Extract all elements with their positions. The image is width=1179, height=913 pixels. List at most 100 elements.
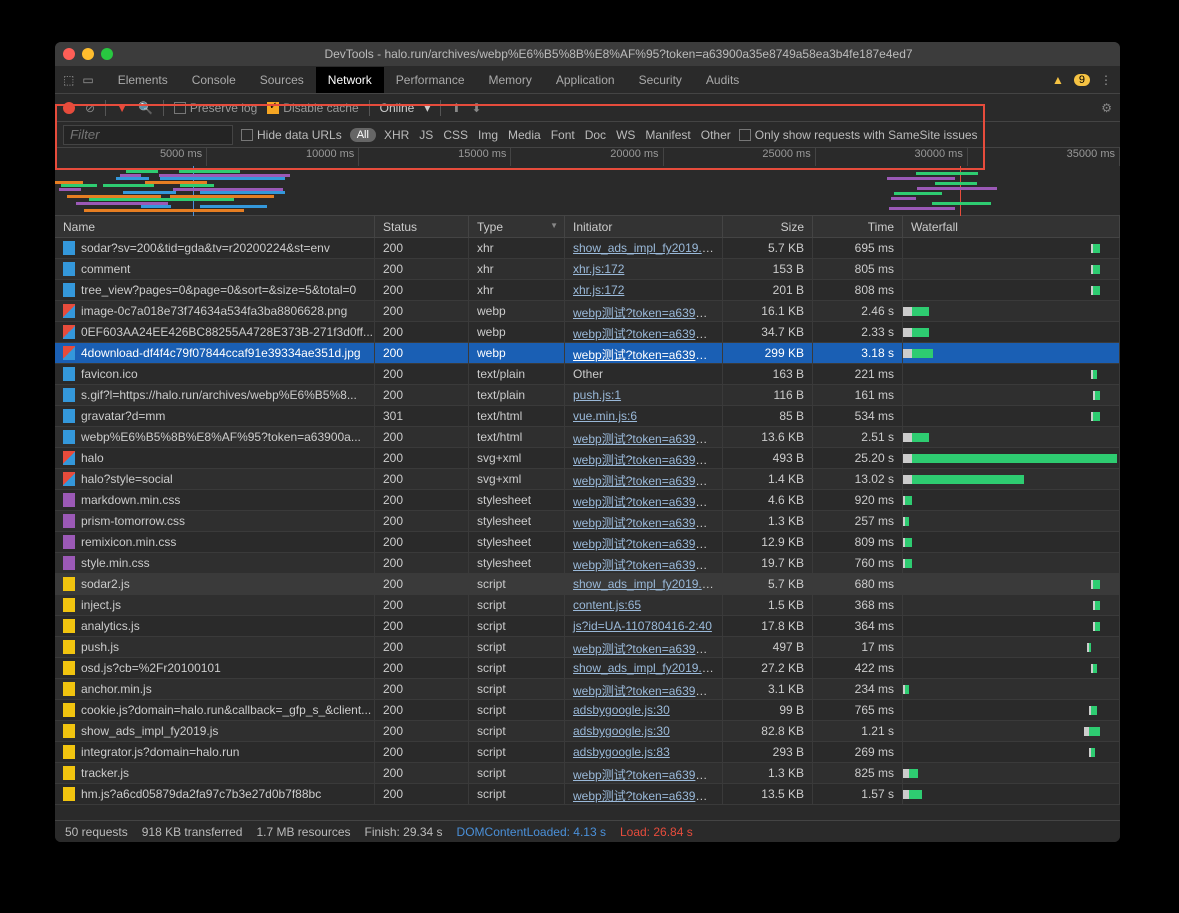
clear-button[interactable]: ⊘ bbox=[85, 101, 95, 115]
table-row[interactable]: gravatar?d=mm 301 text/html vue.min.js:6… bbox=[55, 406, 1120, 427]
settings-icon[interactable]: ⚙ bbox=[1101, 101, 1112, 115]
table-row[interactable]: inject.js 200 script content.js:65 1.5 K… bbox=[55, 595, 1120, 616]
inspect-icon[interactable]: ⬚ bbox=[63, 73, 74, 87]
col-size[interactable]: Size bbox=[723, 216, 813, 237]
table-row[interactable]: favicon.ico 200 text/plain Other 163 B 2… bbox=[55, 364, 1120, 385]
table-row[interactable]: markdown.min.css 200 stylesheet webp测试?t… bbox=[55, 490, 1120, 511]
hide-data-urls-checkbox[interactable]: Hide data URLs bbox=[241, 128, 342, 142]
table-row[interactable]: halo?style=social 200 svg+xml webp测试?tok… bbox=[55, 469, 1120, 490]
initiator-link[interactable]: adsbygoogle.js:83 bbox=[573, 745, 670, 759]
initiator-link[interactable]: webp测试?token=a63900... bbox=[573, 558, 719, 572]
record-button[interactable] bbox=[63, 102, 75, 114]
filter-type-css[interactable]: CSS bbox=[443, 128, 468, 142]
filter-type-doc[interactable]: Doc bbox=[585, 128, 606, 142]
throttling-select[interactable]: Online ▾ bbox=[380, 101, 431, 115]
filter-type-media[interactable]: Media bbox=[508, 128, 541, 142]
initiator-link[interactable]: webp测试?token=a63900... bbox=[573, 789, 719, 803]
table-row[interactable]: prism-tomorrow.css 200 stylesheet webp测试… bbox=[55, 511, 1120, 532]
tab-security[interactable]: Security bbox=[627, 67, 694, 93]
table-row[interactable]: tracker.js 200 script webp测试?token=a6390… bbox=[55, 763, 1120, 784]
table-row[interactable]: s.gif?l=https://halo.run/archives/webp%E… bbox=[55, 385, 1120, 406]
table-row[interactable]: image-0c7a018e73f74634a534fa3ba8806628.p… bbox=[55, 301, 1120, 322]
table-row[interactable]: hm.js?a6cd05879da2fa97c7b3e27d0b7f88bc 2… bbox=[55, 784, 1120, 805]
overview-timeline[interactable]: 5000 ms10000 ms15000 ms20000 ms25000 ms3… bbox=[55, 148, 1120, 216]
table-row[interactable]: cookie.js?domain=halo.run&callback=_gfp_… bbox=[55, 700, 1120, 721]
warning-count[interactable]: 9 bbox=[1074, 74, 1090, 86]
table-row[interactable]: remixicon.min.css 200 stylesheet webp测试?… bbox=[55, 532, 1120, 553]
table-row[interactable]: 4download-df4f4c79f07844ccaf91e39334ae35… bbox=[55, 343, 1120, 364]
filter-type-xhr[interactable]: XHR bbox=[384, 128, 409, 142]
initiator-link[interactable]: show_ads_impl_fy2019.js... bbox=[573, 577, 720, 591]
col-initiator[interactable]: Initiator bbox=[565, 216, 723, 237]
table-row[interactable]: osd.js?cb=%2Fr20100101 200 script show_a… bbox=[55, 658, 1120, 679]
col-name[interactable]: Name bbox=[55, 216, 375, 237]
col-status[interactable]: Status bbox=[375, 216, 469, 237]
initiator-link[interactable]: webp测试?token=a63900... bbox=[573, 432, 719, 446]
table-row[interactable]: sodar2.js 200 script show_ads_impl_fy201… bbox=[55, 574, 1120, 595]
filter-input[interactable] bbox=[63, 125, 233, 145]
initiator-link[interactable]: push.js:1 bbox=[573, 388, 621, 402]
disable-cache-checkbox[interactable]: Disable cache bbox=[267, 101, 358, 115]
table-row[interactable]: comment 200 xhr xhr.js:172 153 B 805 ms bbox=[55, 259, 1120, 280]
initiator-link[interactable]: show_ads_impl_fy2019.js... bbox=[573, 241, 720, 255]
initiator-link[interactable]: webp测试?token=a63900... bbox=[573, 327, 719, 341]
initiator-link[interactable]: adsbygoogle.js:30 bbox=[573, 703, 670, 717]
tab-console[interactable]: Console bbox=[180, 67, 248, 93]
tab-elements[interactable]: Elements bbox=[106, 67, 180, 93]
col-time[interactable]: Time bbox=[813, 216, 903, 237]
more-icon[interactable]: ⋮ bbox=[1100, 73, 1112, 87]
close-button[interactable] bbox=[63, 48, 75, 60]
initiator-link[interactable]: webp测试?token=a63900... bbox=[573, 306, 719, 320]
initiator-link[interactable]: js?id=UA-110780416-2:40 bbox=[573, 619, 712, 633]
table-row[interactable]: sodar?sv=200&tid=gda&tv=r20200224&st=env… bbox=[55, 238, 1120, 259]
table-row[interactable]: show_ads_impl_fy2019.js 200 script adsby… bbox=[55, 721, 1120, 742]
initiator-link[interactable]: webp测试?token=a63900... bbox=[573, 453, 719, 467]
initiator-link[interactable]: webp测试?token=a63900... bbox=[573, 642, 719, 656]
minimize-button[interactable] bbox=[82, 48, 94, 60]
filter-type-font[interactable]: Font bbox=[551, 128, 575, 142]
initiator-link[interactable]: vue.min.js:6 bbox=[573, 409, 637, 423]
initiator-link[interactable]: adsbygoogle.js:30 bbox=[573, 724, 670, 738]
filter-type-other[interactable]: Other bbox=[701, 128, 731, 142]
table-row[interactable]: halo 200 svg+xml webp测试?token=a63900... … bbox=[55, 448, 1120, 469]
download-icon[interactable]: ⬇ bbox=[471, 101, 481, 115]
filter-toggle-icon[interactable]: ▼ bbox=[116, 101, 128, 115]
device-toggle-icon[interactable]: ▭ bbox=[82, 73, 93, 87]
tab-memory[interactable]: Memory bbox=[477, 67, 544, 93]
tab-performance[interactable]: Performance bbox=[384, 67, 477, 93]
table-row[interactable]: style.min.css 200 stylesheet webp测试?toke… bbox=[55, 553, 1120, 574]
initiator-link[interactable]: show_ads_impl_fy2019.js... bbox=[573, 661, 720, 675]
samesite-checkbox[interactable]: Only show requests with SameSite issues bbox=[739, 128, 978, 142]
table-row[interactable]: analytics.js 200 script js?id=UA-1107804… bbox=[55, 616, 1120, 637]
table-row[interactable]: tree_view?pages=0&page=0&sort=&size=5&to… bbox=[55, 280, 1120, 301]
table-row[interactable]: push.js 200 script webp测试?token=a63900..… bbox=[55, 637, 1120, 658]
preserve-log-checkbox[interactable]: Preserve log bbox=[174, 101, 257, 115]
tab-application[interactable]: Application bbox=[544, 67, 627, 93]
table-row[interactable]: webp%E6%B5%8B%E8%AF%95?token=a63900a... … bbox=[55, 427, 1120, 448]
initiator-link[interactable]: webp测试?token=a63900... bbox=[573, 768, 719, 782]
initiator-link[interactable]: xhr.js:172 bbox=[573, 262, 624, 276]
initiator-link[interactable]: webp测试?token=a63900... bbox=[573, 495, 719, 509]
filter-all[interactable]: All bbox=[350, 128, 376, 142]
initiator-link[interactable]: webp测试?token=a63900... bbox=[573, 516, 719, 530]
initiator-link[interactable]: webp测试?token=a63900... bbox=[573, 348, 719, 362]
tab-audits[interactable]: Audits bbox=[694, 67, 751, 93]
table-row[interactable]: integrator.js?domain=halo.run 200 script… bbox=[55, 742, 1120, 763]
initiator-link[interactable]: webp测试?token=a63900... bbox=[573, 474, 719, 488]
filter-type-ws[interactable]: WS bbox=[616, 128, 635, 142]
initiator-link[interactable]: xhr.js:172 bbox=[573, 283, 624, 297]
initiator-link[interactable]: webp测试?token=a63900... bbox=[573, 684, 719, 698]
table-row[interactable]: 0EF603AA24EE426BC88255A4728E373B-271f3d0… bbox=[55, 322, 1120, 343]
tab-network[interactable]: Network bbox=[316, 67, 384, 93]
initiator-link[interactable]: content.js:65 bbox=[573, 598, 641, 612]
filter-type-manifest[interactable]: Manifest bbox=[645, 128, 690, 142]
tab-sources[interactable]: Sources bbox=[248, 67, 316, 93]
filter-type-img[interactable]: Img bbox=[478, 128, 498, 142]
upload-icon[interactable]: ⬆ bbox=[451, 101, 461, 115]
maximize-button[interactable] bbox=[101, 48, 113, 60]
warning-icon[interactable]: ▲ bbox=[1052, 73, 1064, 87]
search-icon[interactable]: 🔍 bbox=[138, 101, 153, 115]
request-table[interactable]: sodar?sv=200&tid=gda&tv=r20200224&st=env… bbox=[55, 238, 1120, 820]
filter-type-js[interactable]: JS bbox=[419, 128, 433, 142]
col-waterfall[interactable]: Waterfall bbox=[903, 216, 1120, 237]
